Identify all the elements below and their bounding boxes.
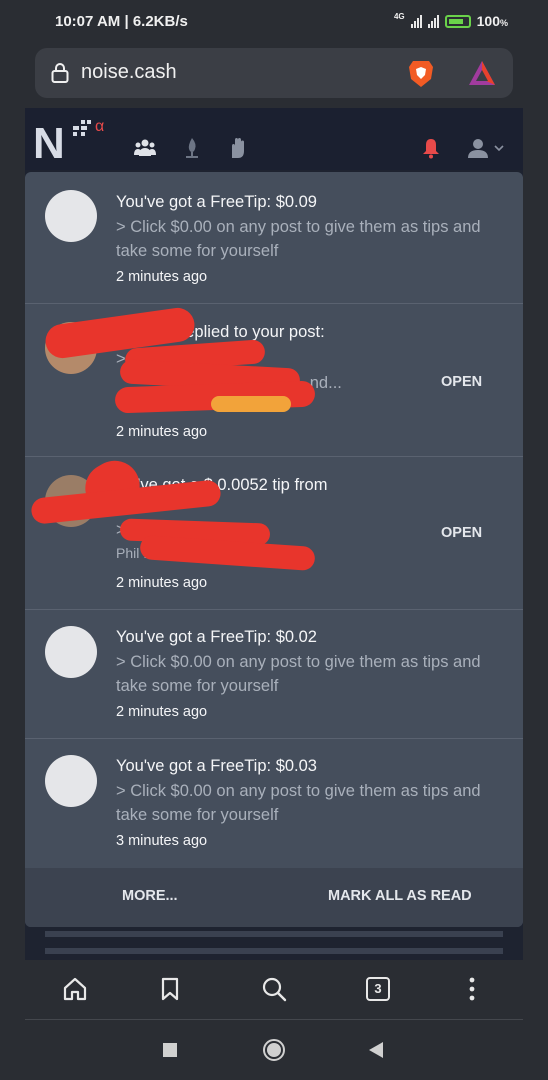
home-button-icon[interactable] [262,1038,286,1062]
site-header: N α [25,108,523,170]
home-icon[interactable] [61,975,89,1003]
notification-title: You've got a FreeTip: $0.03 [116,757,317,775]
underlying-post-edge [45,931,503,937]
profile-icon[interactable] [466,136,490,160]
recents-icon[interactable] [162,1042,178,1058]
battery-level: 100 [476,13,500,29]
notification-time: 3 minutes ago [116,833,208,849]
battery-icon [444,14,471,28]
notifications-panel: You've got a FreeTip: $0.09 > Click $0.0… [25,172,523,927]
hand-icon[interactable] [225,136,249,160]
notification-body-line2: ...nd... [296,374,342,392]
emoji-row [211,396,291,412]
brave-shields-icon[interactable] [405,57,437,89]
notification-time: 2 minutes ago [116,575,208,591]
avatar [45,190,97,242]
bookmark-icon[interactable] [156,975,184,1003]
community-icon[interactable] [133,136,157,160]
more-button[interactable]: MORE... [122,888,178,904]
open-button[interactable]: OPEN [441,525,482,541]
tabs-button[interactable]: 3 [366,977,390,1001]
notification-time: 2 minutes ago [116,704,208,720]
notification-item[interactable]: You've got a FreeTip: $0.09 > Click $0.0… [25,172,523,304]
signal-icon-2 [427,14,439,28]
underlying-post-edge [45,948,503,954]
avatar [45,626,97,678]
notifications-bell-icon[interactable] [419,136,443,160]
mark-all-read-button[interactable]: MARK ALL AS READ [328,888,472,904]
search-icon[interactable] [260,975,288,1003]
address-bar[interactable]: noise.cash [35,48,513,98]
network-type: 4G [393,11,405,21]
open-button[interactable]: OPEN [441,374,482,390]
url-text[interactable]: noise.cash [81,61,177,84]
notification-item[interactable]: 6 replied to your post: > ...nd... 2 min… [25,304,523,457]
status-bar: 10:07 AM | 6.2KB/s 4G 100% [0,0,548,44]
signal-icon [410,14,422,28]
lock-icon [51,63,69,83]
notification-body: > Click $0.00 on any post to give them a… [116,653,481,695]
notification-item[interactable]: You've got a FreeTip: $0.02 > Click $0.0… [25,610,523,739]
brave-rewards-icon[interactable] [467,59,497,87]
notification-title: You've got a FreeTip: $0.09 [116,193,317,211]
notification-time: 2 minutes ago [116,269,208,285]
browser-toolbar: 3 [25,960,523,1020]
notification-title: You've got a FreeTip: $0.02 [116,628,317,646]
notification-body: > Click $0.00 on any post to give them a… [116,218,481,260]
notification-body: > Click $0.00 on any post to give them a… [116,782,481,824]
status-time: 10:07 AM | 6.2KB/s [55,13,188,30]
site-logo[interactable]: N [33,122,65,166]
more-options-icon[interactable] [458,975,486,1003]
notification-item[interactable]: u've got a $ 0.0052 tip from > Phil ...b… [25,451,523,610]
chevron-down-icon[interactable] [493,142,505,154]
notification-time: 2 minutes ago [116,424,208,440]
system-nav-bar [0,1021,548,1080]
flame-icon[interactable] [180,136,204,160]
avatar [45,755,97,807]
logo-dots-icon [73,120,91,136]
status-indicators: 4G 100% [393,11,508,30]
logo-alpha-badge: α [95,118,105,135]
back-icon[interactable] [368,1041,384,1059]
notification-item[interactable]: You've got a FreeTip: $0.03 > Click $0.0… [25,739,523,868]
panel-footer: MORE... MARK ALL AS READ [25,868,523,927]
